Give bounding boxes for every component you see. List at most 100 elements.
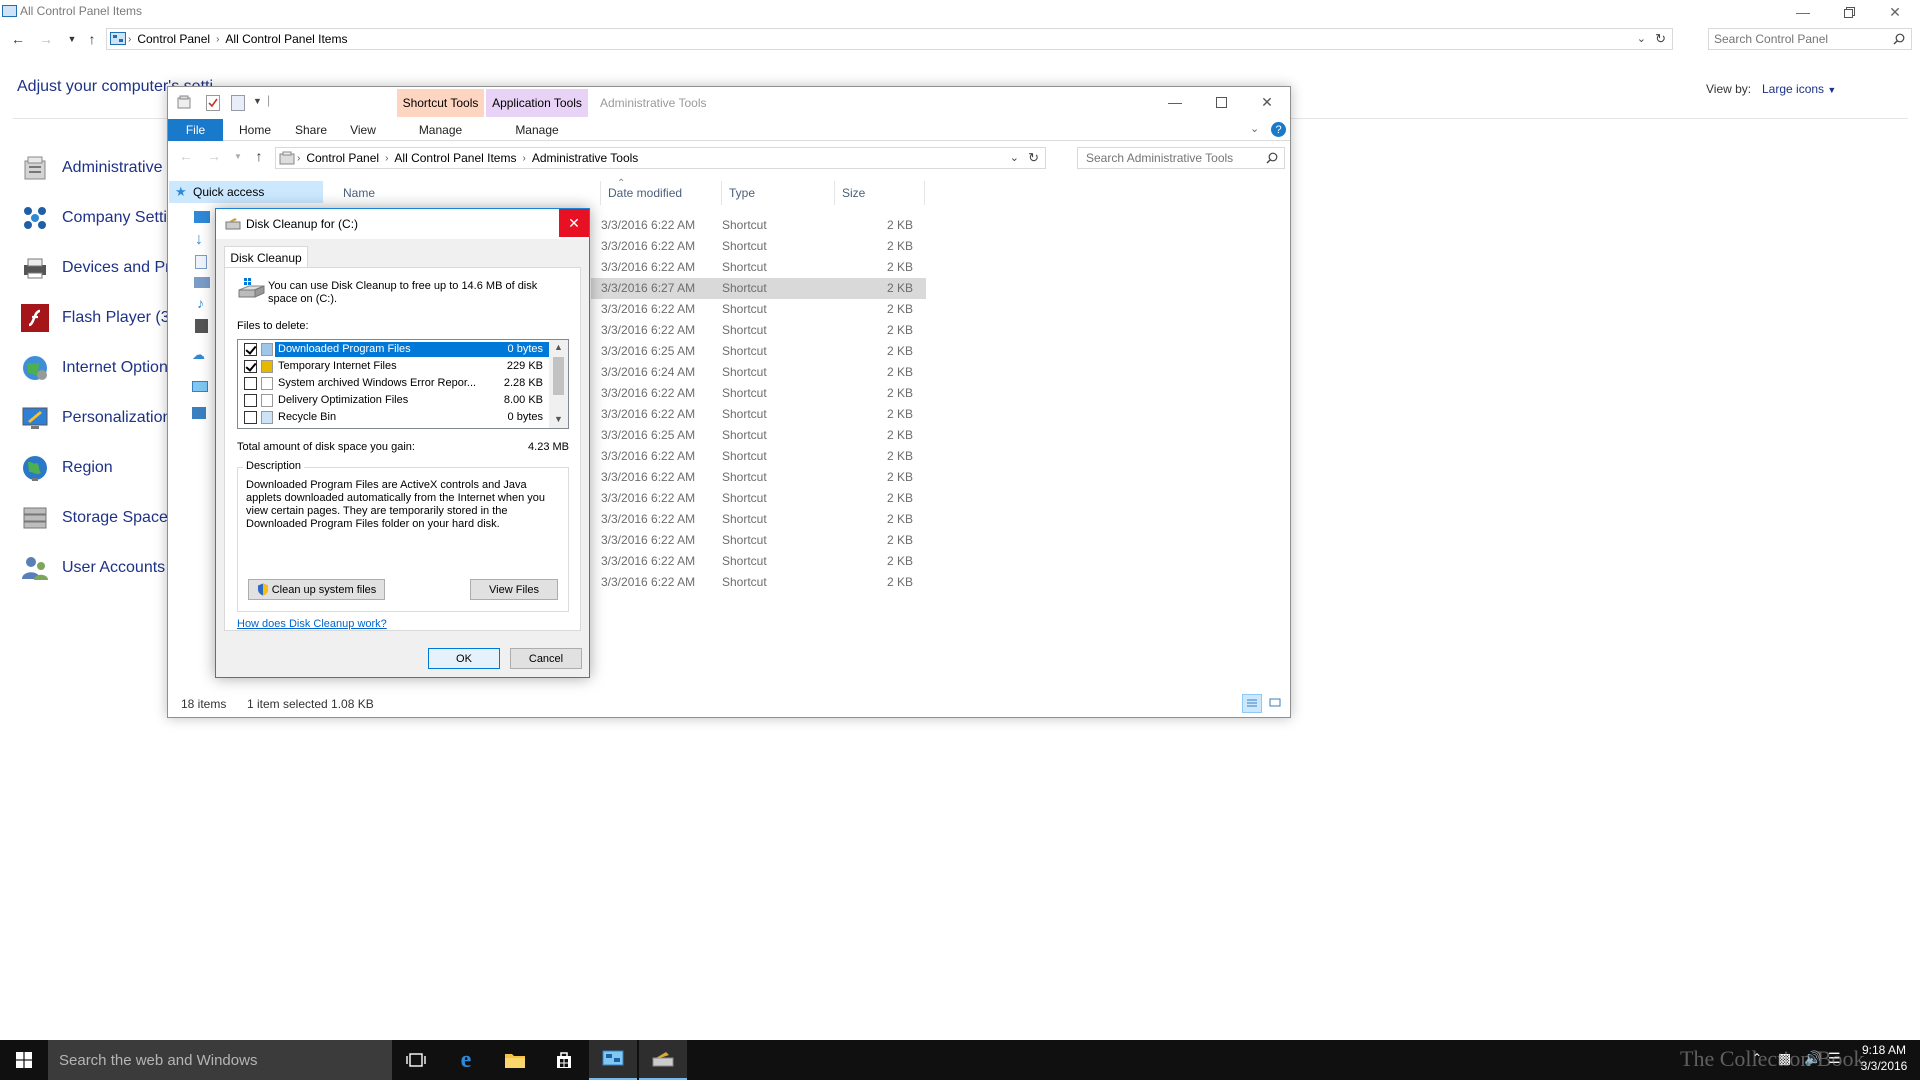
clean-up-system-files-button[interactable]: Clean up system files: [248, 579, 385, 600]
videos-icon[interactable]: [195, 319, 208, 333]
explorer-recent-button[interactable]: ▼: [228, 147, 248, 165]
disk-cleanup-close-button[interactable]: ✕: [559, 209, 589, 237]
table-row[interactable]: 3/3/2016 6:22 AM Shortcut 2 KB: [591, 551, 926, 572]
expand-ribbon-icon[interactable]: ⌄: [1250, 122, 1259, 135]
tab-share[interactable]: Share: [286, 119, 336, 141]
table-row[interactable]: 3/3/2016 6:22 AM Shortcut 2 KB: [591, 488, 926, 509]
control-panel-address-bar[interactable]: › Control Panel › All Control Panel Item…: [106, 28, 1673, 50]
table-row[interactable]: 3/3/2016 6:22 AM Shortcut 2 KB: [591, 383, 926, 404]
list-item[interactable]: Recycle Bin 0 bytes: [238, 409, 549, 426]
cp-item-flash-player[interactable]: Flash Player (32: [18, 300, 179, 336]
table-row[interactable]: 3/3/2016 6:22 AM Shortcut 2 KB: [591, 446, 926, 467]
cp-item-personalization[interactable]: Personalization: [18, 400, 171, 436]
control-panel-search[interactable]: [1708, 28, 1912, 50]
breadcrumb-all-items[interactable]: All Control Panel Items: [221, 32, 351, 46]
disk-cleanup-taskbar-button[interactable]: [639, 1040, 687, 1080]
table-row[interactable]: 3/3/2016 6:22 AM Shortcut 2 KB: [591, 467, 926, 488]
tab-disk-cleanup[interactable]: Disk Cleanup: [224, 246, 308, 268]
column-header-size[interactable]: Size: [835, 181, 925, 205]
restore-button[interactable]: [1826, 0, 1872, 24]
nav-quick-access[interactable]: ★ Quick access: [169, 181, 323, 203]
details-view-button[interactable]: [1242, 694, 1262, 713]
address-dropdown-icon[interactable]: ⌄: [1010, 151, 1019, 164]
list-item[interactable]: System archived Windows Error Repor... 2.…: [238, 375, 549, 392]
taskbar-search[interactable]: Search the web and Windows: [48, 1040, 392, 1080]
cp-item-administrative-tools[interactable]: Administrative: [18, 150, 162, 186]
breadcrumb-control-panel[interactable]: Control Panel: [302, 151, 383, 165]
checkmark-icon[interactable]: [206, 95, 220, 111]
recent-locations-button[interactable]: ▼: [62, 30, 82, 48]
file-explorer-button[interactable]: [491, 1040, 539, 1080]
file-checkbox[interactable]: [244, 343, 257, 356]
close-button[interactable]: ✕: [1872, 0, 1918, 24]
table-row[interactable]: 3/3/2016 6:22 AM Shortcut 2 KB: [591, 530, 926, 551]
tab-home[interactable]: Home: [230, 119, 280, 141]
pictures-icon[interactable]: [194, 277, 210, 288]
breadcrumb-all-items[interactable]: All Control Panel Items: [390, 151, 520, 165]
table-row[interactable]: 3/3/2016 6:24 AM Shortcut 2 KB: [591, 362, 926, 383]
view-by-dropdown[interactable]: Large icons ▼: [1762, 82, 1836, 96]
scroll-down-icon[interactable]: ▼: [554, 414, 563, 424]
refresh-icon[interactable]: ↻: [1655, 31, 1666, 47]
refresh-icon[interactable]: ↻: [1028, 150, 1039, 166]
tab-manage-application[interactable]: Manage: [486, 119, 588, 141]
search-icon[interactable]: [1893, 33, 1905, 45]
how-does-disk-cleanup-work-link[interactable]: How does Disk Cleanup work?: [237, 618, 387, 630]
cancel-button[interactable]: Cancel: [510, 648, 582, 669]
minimize-button[interactable]: —: [1780, 0, 1826, 24]
tab-view[interactable]: View: [340, 119, 386, 141]
table-row[interactable]: 3/3/2016 6:22 AM Shortcut 2 KB: [591, 320, 926, 341]
tab-file[interactable]: File: [168, 119, 223, 141]
desktop-icon[interactable]: [194, 211, 210, 223]
onedrive-icon[interactable]: ☁: [192, 347, 205, 363]
table-row[interactable]: 3/3/2016 6:22 AM Shortcut 2 KB: [591, 215, 926, 236]
cp-item-user-accounts[interactable]: User Accounts: [18, 550, 165, 586]
customize-toolbar-icon[interactable]: ▼: [253, 96, 262, 106]
file-checkbox[interactable]: [244, 394, 257, 407]
column-header-date[interactable]: Date modified: [601, 181, 722, 205]
properties-icon[interactable]: [176, 95, 192, 111]
list-item[interactable]: Temporary Internet Files 229 KB: [238, 358, 549, 375]
table-row[interactable]: 3/3/2016 6:25 AM Shortcut 2 KB: [591, 341, 926, 362]
store-button[interactable]: [540, 1040, 588, 1080]
forward-button[interactable]: →: [36, 30, 56, 48]
list-item[interactable]: Delivery Optimization Files 8.00 KB: [238, 392, 549, 409]
explorer-up-button[interactable]: ↑: [249, 147, 269, 165]
table-row[interactable]: 3/3/2016 6:25 AM Shortcut 2 KB: [591, 425, 926, 446]
files-list-scrollbar[interactable]: ▲ ▼: [549, 340, 568, 428]
documents-icon[interactable]: [195, 255, 207, 269]
table-row[interactable]: 3/3/2016 6:22 AM Shortcut 2 KB: [591, 572, 926, 593]
file-checkbox[interactable]: [244, 377, 257, 390]
address-dropdown-icon[interactable]: ⌄: [1637, 32, 1646, 45]
view-files-button[interactable]: View Files: [470, 579, 558, 600]
control-panel-search-input[interactable]: [1714, 32, 1884, 46]
cp-item-internet-options[interactable]: Internet Option: [18, 350, 168, 386]
back-button[interactable]: ←: [8, 30, 28, 48]
this-pc-icon[interactable]: [192, 381, 208, 392]
explorer-minimize-button[interactable]: —: [1152, 87, 1198, 117]
network-icon[interactable]: [192, 407, 206, 419]
table-row[interactable]: 3/3/2016 6:27 AM Shortcut 2 KB: [591, 278, 926, 299]
large-icons-view-button[interactable]: [1266, 694, 1286, 713]
new-folder-icon[interactable]: [231, 95, 245, 111]
control-panel-taskbar-button[interactable]: [589, 1040, 637, 1080]
downloads-icon[interactable]: ↓: [195, 231, 203, 249]
explorer-back-button[interactable]: ←: [176, 147, 196, 165]
scroll-up-icon[interactable]: ▲: [554, 342, 563, 352]
explorer-forward-button[interactable]: →: [204, 147, 224, 165]
ok-button[interactable]: OK: [428, 648, 500, 669]
explorer-search[interactable]: [1077, 147, 1285, 169]
music-icon[interactable]: ♪: [197, 295, 204, 311]
cp-item-region[interactable]: Region: [18, 450, 113, 486]
scrollbar-thumb[interactable]: [553, 357, 564, 395]
column-header-type[interactable]: Type: [722, 181, 835, 205]
explorer-close-button[interactable]: ✕: [1244, 87, 1290, 117]
table-row[interactable]: 3/3/2016 6:22 AM Shortcut 2 KB: [591, 299, 926, 320]
file-checkbox[interactable]: [244, 411, 257, 424]
cp-item-devices-printers[interactable]: Devices and Pri: [18, 250, 174, 286]
edge-button[interactable]: e: [442, 1040, 490, 1080]
breadcrumb-administrative-tools[interactable]: Administrative Tools: [528, 151, 643, 165]
cp-item-storage-spaces[interactable]: Storage Spaces: [18, 500, 176, 536]
up-button[interactable]: ↑: [82, 30, 102, 48]
list-item[interactable]: Downloaded Program Files 0 bytes: [238, 341, 549, 358]
